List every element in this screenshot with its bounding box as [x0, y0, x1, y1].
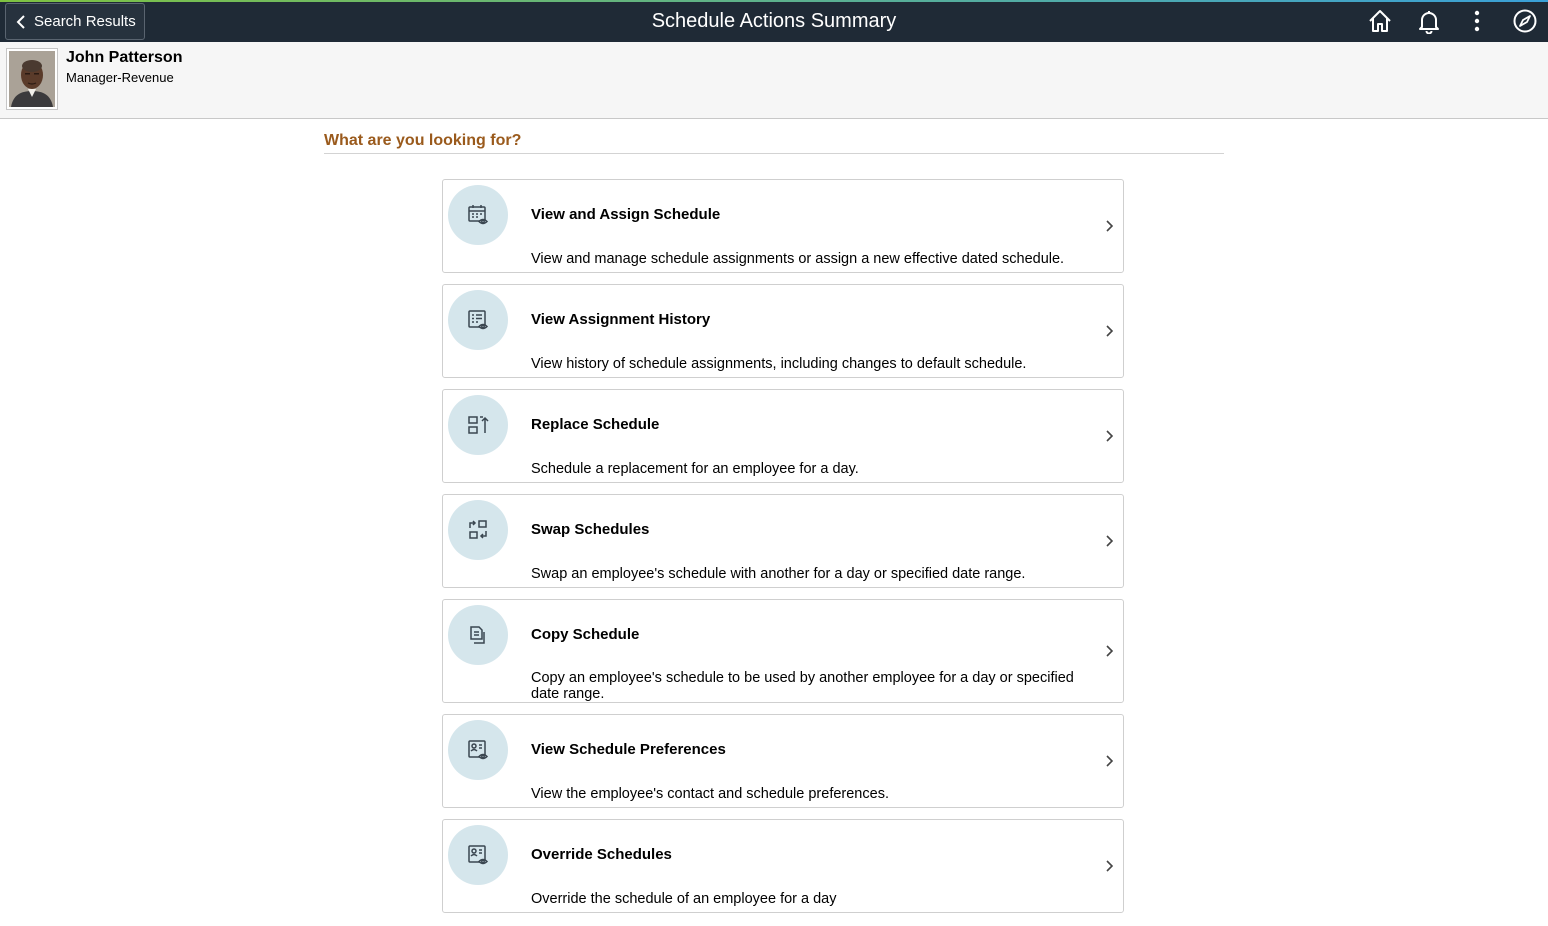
- tile-title: View and Assign Schedule: [531, 206, 721, 223]
- tile-title: View Schedule Preferences: [531, 741, 726, 758]
- list-view-icon: [448, 290, 508, 350]
- tile-view-and-assign-schedule[interactable]: View and Assign Schedule View and manage…: [442, 179, 1124, 273]
- tile-description: View the employee's contact and schedule…: [531, 786, 889, 802]
- chevron-right-icon: [1106, 325, 1114, 337]
- tile-description: Override the schedule of an employee for…: [531, 891, 837, 907]
- tile-swap-schedules[interactable]: Swap Schedules Swap an employee's schedu…: [442, 494, 1124, 588]
- section-divider: [324, 153, 1224, 154]
- tile-view-schedule-preferences[interactable]: View Schedule Preferences View the emplo…: [442, 714, 1124, 808]
- tile-title: Swap Schedules: [531, 521, 650, 538]
- avatar: [6, 48, 58, 110]
- chevron-right-icon: [1106, 430, 1114, 442]
- tile-description: Swap an employee's schedule with another…: [531, 566, 1026, 582]
- tile-view-assignment-history[interactable]: View Assignment History View history of …: [442, 284, 1124, 378]
- contact-view-icon: [448, 825, 508, 885]
- chevron-right-icon: [1106, 220, 1114, 232]
- contact-view-icon: [448, 720, 508, 780]
- employee-name: John Patterson: [66, 49, 183, 66]
- chevron-right-icon: [1106, 645, 1114, 657]
- tile-title: Replace Schedule: [531, 416, 660, 433]
- tile-title: Copy Schedule: [531, 626, 640, 643]
- employee-job-title: Manager-Revenue: [66, 70, 174, 85]
- employee-header: John Patterson Manager-Revenue: [0, 42, 1548, 119]
- calendar-view-icon: [448, 185, 508, 245]
- tile-title: View Assignment History: [531, 311, 711, 328]
- more-vertical-icon[interactable]: [1464, 8, 1490, 34]
- replace-icon: [448, 395, 508, 455]
- page-title: Schedule Actions Summary: [651, 10, 897, 32]
- tile-replace-schedule[interactable]: Replace Schedule Schedule a replacement …: [442, 389, 1124, 483]
- accent-line: [0, 0, 1548, 2]
- top-banner: Search Results Schedule Actions Summary: [0, 0, 1548, 42]
- compass-icon[interactable]: [1512, 8, 1538, 34]
- chevron-right-icon: [1106, 860, 1114, 872]
- tile-description: Schedule a replacement for an employee f…: [531, 461, 859, 477]
- chevron-right-icon: [1106, 535, 1114, 547]
- tile-description: View history of schedule assignments, in…: [531, 356, 1027, 372]
- tile-description: View and manage schedule assignments or …: [531, 251, 1065, 267]
- bell-icon[interactable]: [1416, 8, 1442, 34]
- chevron-right-icon: [1106, 755, 1114, 767]
- tile-override-schedules[interactable]: Override Schedules Override the schedule…: [442, 819, 1124, 913]
- swap-icon: [448, 500, 508, 560]
- section-title: What are you looking for?: [324, 132, 522, 149]
- tile-copy-schedule[interactable]: Copy Schedule Copy an employee's schedul…: [442, 599, 1124, 703]
- tile-description: Copy an employee's schedule to be used b…: [531, 670, 1074, 702]
- tile-title: Override Schedules: [531, 846, 672, 863]
- copy-icon: [448, 605, 508, 665]
- home-icon[interactable]: [1367, 8, 1393, 34]
